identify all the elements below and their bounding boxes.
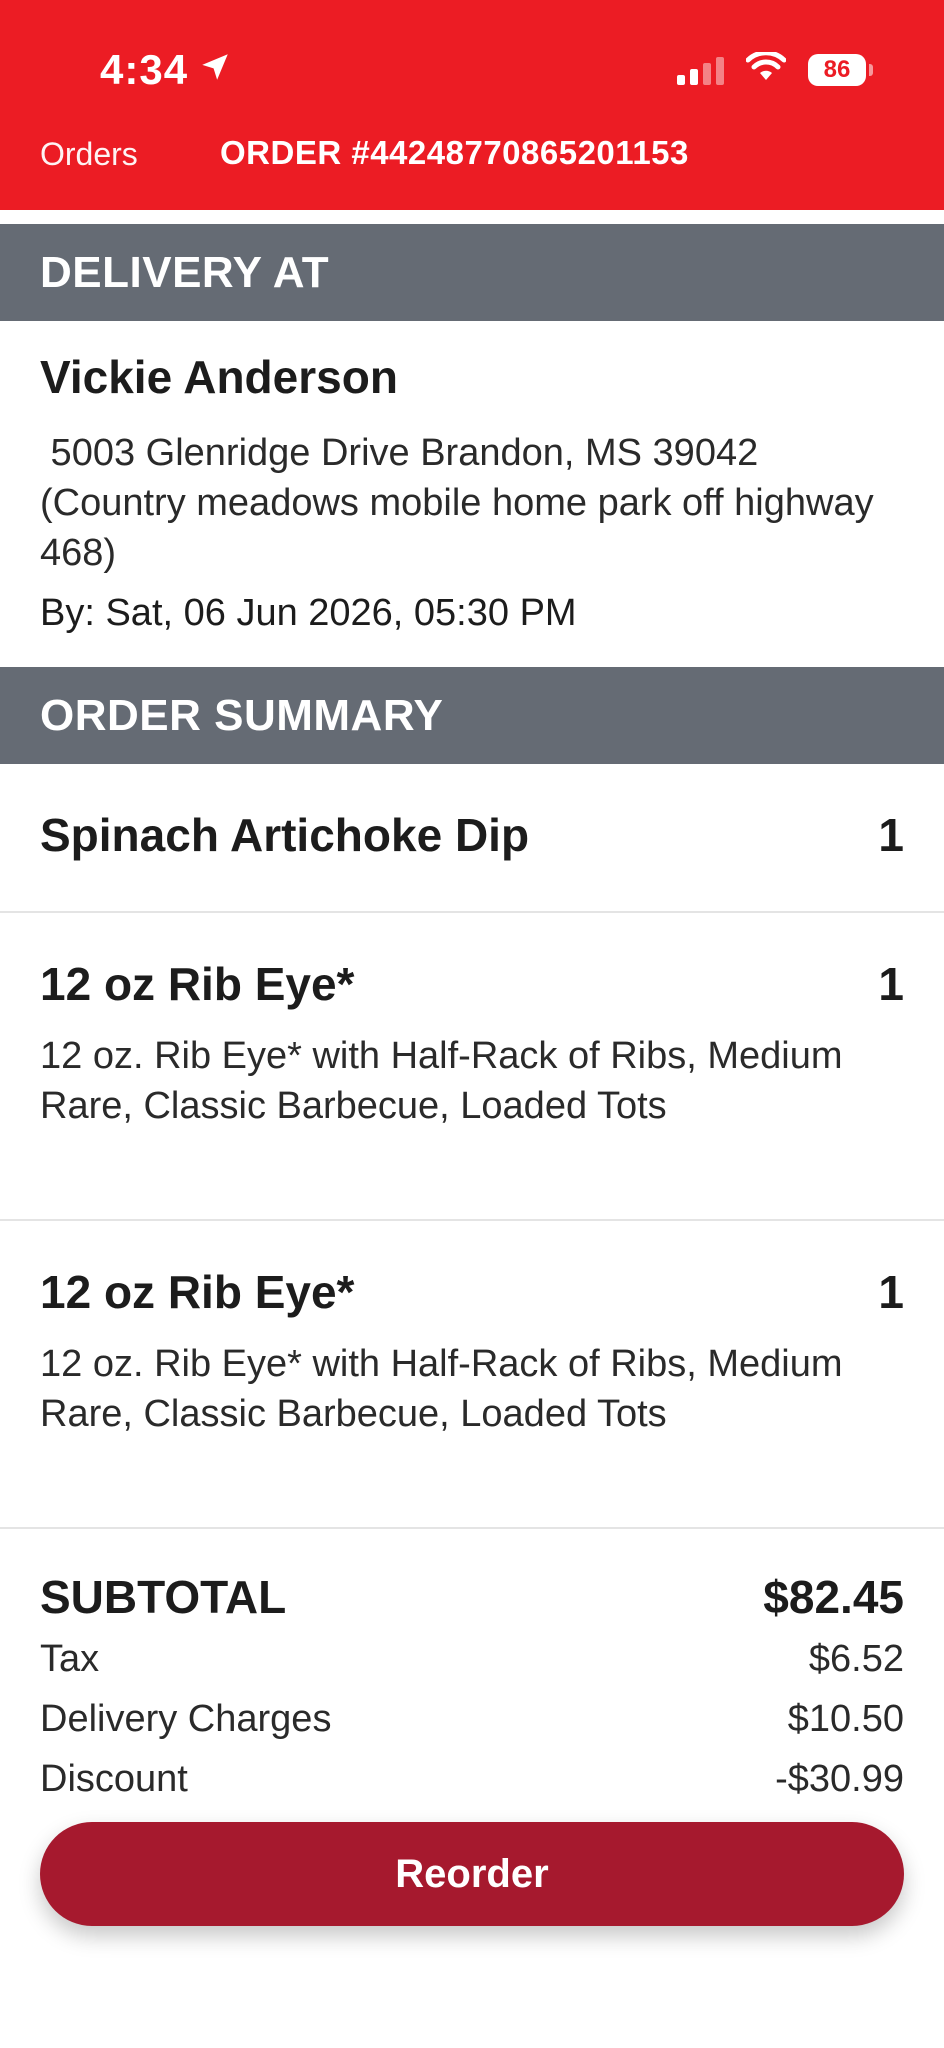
subtotal-label: SUBTOTAL — [40, 1571, 287, 1623]
reorder-button[interactable]: Reorder — [40, 1822, 904, 1926]
app-header: 4:34 86 Orders ORDER #44248770865201153 — [0, 0, 944, 210]
delivery-charges-value: $10.50 — [787, 1698, 904, 1740]
item-name: Spinach Artichoke Dip — [40, 809, 530, 861]
address-line-2: (Country meadows mobile home park off hi… — [40, 482, 874, 574]
tax-row: Tax $6.52 — [40, 1638, 904, 1681]
delivery-charges-label: Delivery Charges — [40, 1698, 332, 1740]
order-item: Spinach Artichoke Dip 1 — [0, 764, 944, 913]
status-time: 4:34 — [100, 46, 232, 94]
subtotal-value: $82.45 — [763, 1571, 904, 1623]
order-number-title: ORDER #44248770865201153 — [220, 134, 689, 171]
order-summary-header: ORDER SUMMARY — [0, 667, 944, 764]
wifi-icon — [745, 50, 787, 87]
order-item: 12 oz Rib Eye* 1 12 oz. Rib Eye* with Ha… — [0, 1221, 944, 1529]
item-quantity: 1 — [878, 1266, 904, 1318]
orders-back-link[interactable]: Orders — [40, 136, 138, 173]
tax-value: $6.52 — [808, 1638, 904, 1680]
tax-label: Tax — [40, 1638, 100, 1680]
item-description: 12 oz. Rib Eye* with Half-Rack of Ribs, … — [40, 1343, 843, 1435]
cellular-signal-icon — [677, 55, 724, 85]
battery-level: 86 — [823, 55, 851, 83]
delivery-charges-row: Delivery Charges $10.50 — [40, 1698, 904, 1741]
discount-value: -$30.99 — [775, 1758, 904, 1800]
clock-time: 4:34 — [100, 46, 189, 93]
subtotal-row: SUBTOTAL $82.45 — [40, 1570, 904, 1624]
item-name: 12 oz Rib Eye* — [40, 1266, 355, 1318]
delivery-at-header: DELIVERY AT — [0, 224, 944, 321]
status-icons: 86 — [677, 50, 873, 87]
item-quantity: 1 — [878, 809, 904, 861]
address-line-1: 5003 Glenridge Drive Brandon, MS 39042 — [40, 432, 759, 474]
location-arrow-icon — [198, 46, 232, 94]
battery-icon: 86 — [808, 53, 873, 86]
discount-label: Discount — [40, 1758, 188, 1800]
order-item: 12 oz Rib Eye* 1 12 oz. Rib Eye* with Ha… — [0, 913, 944, 1221]
customer-name: Vickie Anderson — [40, 351, 398, 403]
discount-row: Discount -$30.99 — [40, 1758, 904, 1801]
item-description: 12 oz. Rib Eye* with Half-Rack of Ribs, … — [40, 1035, 843, 1127]
delivery-address: 5003 Glenridge Drive Brandon, MS 39042 (… — [40, 428, 920, 578]
delivery-time: By: Sat, 06 Jun 2026, 05:30 PM — [40, 592, 577, 634]
item-name: 12 oz Rib Eye* — [40, 958, 355, 1010]
item-quantity: 1 — [878, 958, 904, 1010]
